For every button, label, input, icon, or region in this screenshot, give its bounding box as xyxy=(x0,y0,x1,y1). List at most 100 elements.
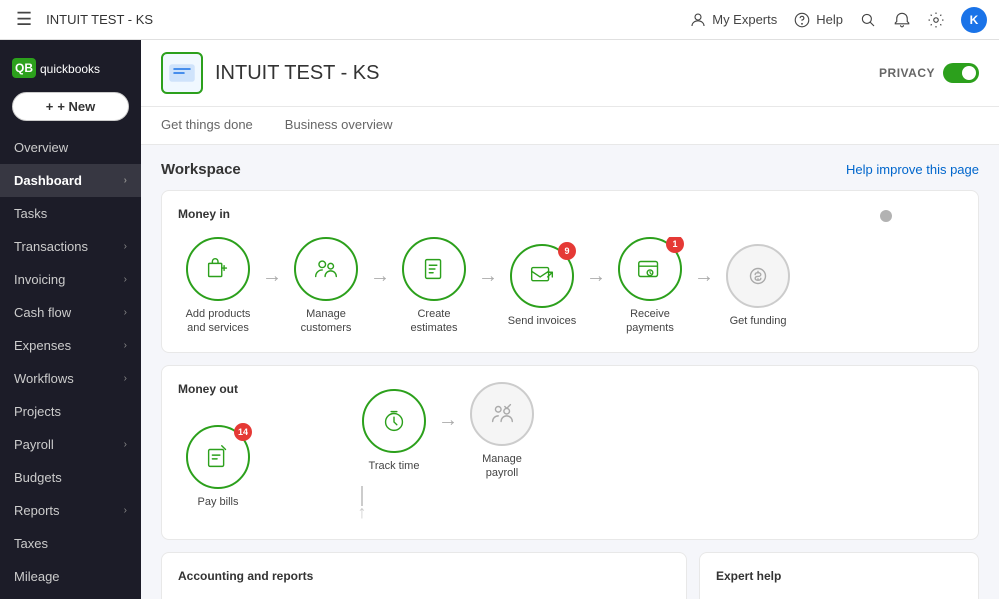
flow-circle-create-estimates xyxy=(402,237,466,301)
sidebar-item-taxes[interactable]: Taxes xyxy=(0,527,141,560)
help-label: Help xyxy=(816,12,843,27)
tab-business-overview[interactable]: Business overview xyxy=(285,107,409,144)
settings-button[interactable] xyxy=(927,11,945,29)
sidebar-item-overview[interactable]: Overview xyxy=(0,131,141,164)
track-time-icon xyxy=(379,406,409,436)
company-logo-icon xyxy=(168,59,196,87)
money-in-flow: Add productsand services → xyxy=(178,237,962,336)
new-button-label: + New xyxy=(57,99,95,114)
sidebar-label-mileage: Mileage xyxy=(14,569,60,584)
flow-circle-pay-bills: 14 xyxy=(186,425,250,489)
sidebar-label-payroll: Payroll xyxy=(14,437,54,452)
workspace-container: Workspace Help improve this page Money i… xyxy=(141,145,999,599)
flow-item-pay-bills[interactable]: 14 Pay bills xyxy=(178,425,258,509)
tabs-bar: Get things done Business overview xyxy=(141,107,999,145)
sidebar-logo: QB quickbooks xyxy=(0,40,141,92)
tab-get-things-done[interactable]: Get things done xyxy=(161,107,269,144)
flow-label-add-products: Add productsand services xyxy=(186,307,251,336)
bell-icon xyxy=(893,11,911,29)
my-experts-button[interactable]: My Experts xyxy=(689,11,777,29)
arrow-icon: → xyxy=(694,265,714,288)
send-invoices-icon xyxy=(527,261,557,291)
sidebar-item-invoicing[interactable]: Invoicing › xyxy=(0,263,141,296)
svg-text:quickbooks: quickbooks xyxy=(40,62,100,76)
sidebar-label-taxes: Taxes xyxy=(14,536,48,551)
sidebar-item-projects[interactable]: Projects xyxy=(0,395,141,428)
flow-item-manage-customers[interactable]: Managecustomers xyxy=(286,237,366,336)
sidebar-item-dashboard[interactable]: Dashboard › xyxy=(0,164,141,197)
main-layout: QB quickbooks + + New Overview Dashboard… xyxy=(0,40,999,599)
user-avatar[interactable]: K xyxy=(961,7,987,33)
new-button-plus: + xyxy=(46,99,54,114)
sidebar-item-payroll[interactable]: Payroll › xyxy=(0,428,141,461)
flow-circle-manage-payroll xyxy=(470,382,534,446)
flow-label-manage-customers: Managecustomers xyxy=(301,307,352,336)
flow-item-receive-payments[interactable]: 1 Receivepayments xyxy=(610,237,690,336)
help-circle-icon xyxy=(793,11,811,29)
sidebar-label-dashboard: Dashboard xyxy=(14,173,82,188)
flow-label-track-time: Track time xyxy=(369,459,420,473)
help-button[interactable]: Help xyxy=(793,11,843,29)
person-icon xyxy=(689,11,707,29)
sidebar-item-tasks[interactable]: Tasks xyxy=(0,197,141,230)
money-out-flow: 14 Pay bills xyxy=(178,412,962,524)
sidebar-label-transactions: Transactions xyxy=(14,239,88,254)
money-in-card: Money in Add productsand services xyxy=(161,190,979,353)
flow-item-send-invoices[interactable]: 9 Send invoices xyxy=(502,244,582,328)
sidebar-navigation: Overview Dashboard › Tasks Transactions … xyxy=(0,131,141,599)
flow-circle-manage-customers xyxy=(294,237,358,301)
workspace-title: Workspace xyxy=(161,161,241,178)
sidebar-label-tasks: Tasks xyxy=(14,206,47,221)
company-icon xyxy=(161,52,203,94)
sidebar-item-transactions[interactable]: Transactions › xyxy=(0,230,141,263)
chevron-right-icon: › xyxy=(124,175,127,186)
flow-item-get-funding[interactable]: Get funding xyxy=(718,244,798,328)
flow-label-send-invoices: Send invoices xyxy=(508,314,577,328)
arrow-icon: → xyxy=(370,265,390,288)
chevron-right-icon: › xyxy=(124,340,127,351)
chevron-right-icon: › xyxy=(124,241,127,252)
sidebar-label-overview: Overview xyxy=(14,140,68,155)
accounting-reports-label: Accounting and reports xyxy=(178,569,670,583)
sidebar-item-mileage[interactable]: Mileage xyxy=(0,560,141,593)
chevron-right-icon: › xyxy=(124,505,127,516)
flow-label-pay-bills: Pay bills xyxy=(198,495,239,509)
sidebar-item-cashflow[interactable]: Cash flow › xyxy=(0,296,141,329)
privacy-switch[interactable] xyxy=(943,63,979,83)
flow-item-manage-payroll[interactable]: Managepayroll xyxy=(462,382,542,481)
expert-help-card: Expert help Talk to abookkeeper xyxy=(699,552,979,599)
privacy-toggle[interactable]: PRIVACY xyxy=(879,63,979,83)
sidebar-item-budgets[interactable]: Budgets xyxy=(0,461,141,494)
sidebar-label-projects: Projects xyxy=(14,404,61,419)
flow-item-track-time[interactable]: Track time xyxy=(354,389,434,473)
hamburger-menu-icon[interactable]: ☰ xyxy=(12,5,36,34)
notifications-button[interactable] xyxy=(893,11,911,29)
expert-help-label: Expert help xyxy=(716,569,962,583)
connector-area: Track time → xyxy=(262,382,542,524)
flow-item-create-estimates[interactable]: Createestimates xyxy=(394,237,474,336)
new-button[interactable]: + + New xyxy=(12,92,129,121)
content-area: INTUIT TEST - KS PRIVACY Get things done… xyxy=(141,40,999,599)
quickbooks-logo: QB quickbooks xyxy=(12,54,122,82)
up-arrow-icon: ↑ xyxy=(358,502,367,523)
add-products-icon xyxy=(203,254,233,284)
help-improve-link[interactable]: Help improve this page xyxy=(846,162,979,177)
flow-circle-track-time xyxy=(362,389,426,453)
sidebar-label-workflows: Workflows xyxy=(14,371,74,386)
sidebar: QB quickbooks + + New Overview Dashboard… xyxy=(0,40,141,599)
flow-circle-receive-payments: 1 xyxy=(618,237,682,301)
sidebar-item-reports[interactable]: Reports › xyxy=(0,494,141,527)
top-navigation: ☰ INTUIT TEST - KS My Experts Help K xyxy=(0,0,999,40)
flow-label-receive-payments: Receivepayments xyxy=(626,307,674,336)
chevron-right-icon: › xyxy=(124,274,127,285)
search-button[interactable] xyxy=(859,11,877,29)
my-experts-label: My Experts xyxy=(712,12,777,27)
money-in-label: Money in xyxy=(178,207,962,221)
sidebar-item-accounting[interactable]: Accounting › xyxy=(0,593,141,599)
sidebar-item-expenses[interactable]: Expenses › xyxy=(0,329,141,362)
flow-label-get-funding: Get funding xyxy=(730,314,787,328)
sidebar-label-invoicing: Invoicing xyxy=(14,272,65,287)
sidebar-item-workflows[interactable]: Workflows › xyxy=(0,362,141,395)
chevron-right-icon: › xyxy=(124,307,127,318)
flow-item-add-products[interactable]: Add productsand services xyxy=(178,237,258,336)
